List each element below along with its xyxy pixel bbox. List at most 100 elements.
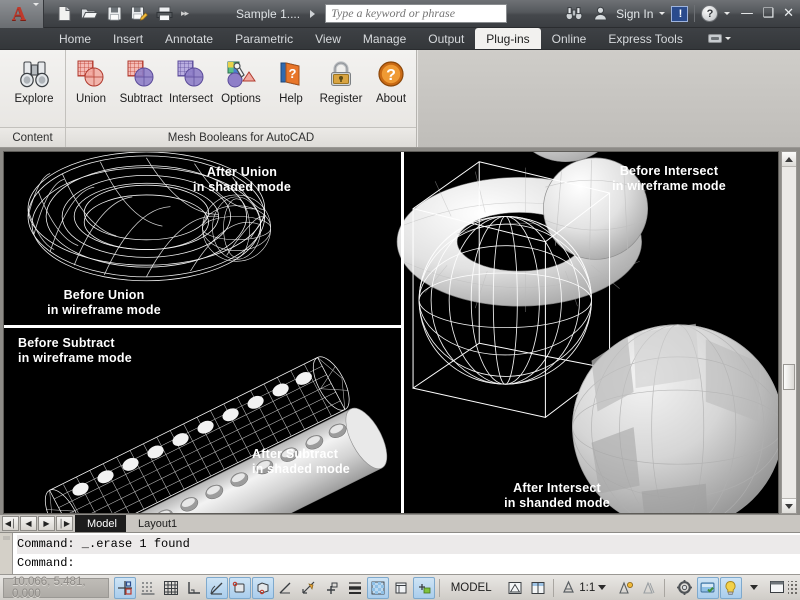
scroll-up-button[interactable]	[782, 152, 796, 167]
lock-toolbars-icon[interactable]	[696, 576, 719, 599]
first-layout-button[interactable]: ◀│	[2, 516, 19, 531]
before-subtract-label: Before Subtract in wireframe mode	[18, 336, 168, 366]
lightbulb-icon[interactable]	[719, 576, 742, 599]
viewport-horizontal-divider[interactable]	[4, 325, 401, 328]
viewport-vertical-divider[interactable]	[401, 152, 404, 513]
coordinate-readout[interactable]: 10.066, 5.481, 0.000	[3, 576, 110, 600]
chevron-down-icon	[785, 503, 793, 509]
selection-cycling-toggle[interactable]	[413, 576, 436, 599]
person-icon[interactable]	[590, 5, 610, 23]
ribbon-panel-content: Explore Content	[0, 50, 66, 147]
boolean-intersect-icon	[175, 58, 207, 90]
command-window-grip[interactable]	[0, 533, 13, 574]
last-layout-button[interactable]: │▶	[56, 516, 73, 531]
gear-icon[interactable]	[674, 577, 696, 599]
communication-center-button[interactable]: !	[671, 5, 689, 22]
ribbon-tab-express-tools[interactable]: Express Tools	[597, 28, 693, 49]
scrollbar-thumb[interactable]	[783, 364, 795, 390]
ribbon-tab-bar: Home Insert Annotate Parametric View Man…	[0, 28, 800, 50]
dynamic-input-toggle[interactable]	[321, 577, 343, 599]
snap-mode-toggle[interactable]	[114, 576, 137, 599]
ribbon-minimize-control[interactable]	[702, 28, 737, 49]
document-title-menu[interactable]: Sample 1....	[236, 7, 316, 21]
ribbon-tab-home[interactable]: Home	[48, 28, 102, 49]
quick-properties-toggle[interactable]	[390, 577, 412, 599]
grid-display-toggle[interactable]	[137, 577, 159, 599]
grid-mode-toggle[interactable]	[160, 577, 182, 599]
ribbon-tab-plug-ins[interactable]: Plug-ins	[475, 28, 541, 49]
ribbon-button-union[interactable]: Union	[66, 56, 116, 107]
close-button[interactable]: ✕	[783, 7, 794, 20]
next-layout-button[interactable]: ▶	[38, 516, 55, 531]
ribbon-button-intersect-label: Intersect	[168, 93, 214, 105]
ribbon-tab-output[interactable]: Output	[417, 28, 475, 49]
ribbon-tab-online[interactable]: Online	[541, 28, 598, 49]
layout-tab-layout1[interactable]: Layout1	[126, 515, 186, 532]
scale-chevron-down-icon[interactable]	[598, 585, 607, 590]
tools-chevron-down-icon[interactable]	[743, 577, 765, 599]
command-prompt-line[interactable]: Command:	[17, 554, 800, 573]
previous-layout-button[interactable]: ◀	[20, 516, 37, 531]
annotation-scale-value: 1:1	[579, 581, 596, 594]
save-as-icon[interactable]	[127, 3, 151, 25]
auto-scale-icon[interactable]	[638, 577, 660, 599]
search-input[interactable]	[326, 5, 507, 22]
ribbon-button-explore-label: Explore	[14, 93, 54, 105]
object-snap-tracking-toggle[interactable]	[275, 577, 297, 599]
annotation-scale-icon	[563, 580, 575, 593]
model-paper-space-button[interactable]: MODEL	[444, 582, 499, 594]
application-menu-button[interactable]: A	[0, 0, 44, 28]
ribbon-button-help[interactable]: ? Help	[266, 56, 316, 107]
save-icon[interactable]	[102, 3, 126, 25]
ribbon-chevron-down-icon[interactable]	[724, 37, 731, 40]
viewport-split-icon[interactable]	[527, 577, 549, 599]
help-book-icon: ?	[275, 58, 307, 90]
transparency-toggle[interactable]	[367, 576, 390, 599]
window-resize-grip[interactable]	[787, 580, 798, 595]
open-icon[interactable]	[77, 3, 101, 25]
minimize-button[interactable]: —	[740, 7, 753, 20]
ribbon-tab-insert[interactable]: Insert	[102, 28, 154, 49]
binoculars-icon[interactable]	[564, 5, 584, 23]
new-icon[interactable]	[52, 3, 76, 25]
plot-icon[interactable]	[152, 3, 176, 25]
quick-access-toolbar: ▸▸	[44, 3, 192, 25]
ribbon-tab-annotate[interactable]: Annotate	[154, 28, 224, 49]
search-field-wrapper[interactable]	[325, 4, 508, 23]
command-line-window: Command: _.erase 1 found Command:	[0, 532, 800, 574]
3d-object-snap-toggle[interactable]	[252, 576, 275, 599]
document-title-chevron-icon[interactable]	[310, 9, 316, 18]
layout-tab-model[interactable]: Model	[75, 515, 126, 532]
clean-screen-icon[interactable]	[766, 577, 788, 599]
annotation-visibility-icon[interactable]	[615, 577, 637, 599]
dynamic-ucs-toggle[interactable]	[298, 577, 320, 599]
binoculars-icon	[18, 58, 50, 90]
help-chevron-icon[interactable]	[724, 12, 731, 15]
ribbon-button-subtract[interactable]: Subtract	[116, 56, 166, 107]
status-divider	[439, 578, 440, 597]
polar-tracking-toggle[interactable]	[206, 576, 229, 599]
object-snap-toggle[interactable]	[229, 576, 252, 599]
ribbon-tab-view[interactable]: View	[304, 28, 352, 49]
ribbon-button-intersect[interactable]: Intersect	[166, 56, 216, 107]
ribbon-button-explore[interactable]: Explore	[3, 56, 65, 107]
scroll-down-button[interactable]	[782, 498, 796, 513]
chevron-down-icon[interactable]	[33, 2, 39, 24]
sign-in-button[interactable]: Sign In	[616, 7, 653, 21]
ribbon-tab-manage[interactable]: Manage	[352, 28, 417, 49]
drawing-vertical-scrollbar[interactable]	[781, 151, 797, 514]
maximize-button[interactable]: ❑	[762, 7, 774, 20]
ribbon-tab-parametric[interactable]: Parametric	[224, 28, 304, 49]
ribbon-button-register[interactable]: Register	[316, 56, 366, 107]
help-button[interactable]: ?	[701, 5, 719, 22]
sign-in-chevron-icon[interactable]	[659, 12, 666, 15]
ribbon-button-options[interactable]: Options	[216, 56, 266, 107]
ortho-mode-toggle[interactable]	[183, 577, 205, 599]
command-history-line: Command: _.erase 1 found	[17, 535, 800, 554]
viewport-icon[interactable]	[504, 577, 526, 599]
annotation-scale-selector[interactable]: 1:1	[557, 580, 610, 595]
ribbon-button-about[interactable]: ? About	[366, 56, 416, 107]
quick-access-more-icon[interactable]: ▸▸	[177, 8, 192, 19]
drawing-canvas[interactable]: After Union in shaded mode Before Union …	[3, 151, 779, 514]
lineweight-toggle[interactable]	[344, 577, 366, 599]
